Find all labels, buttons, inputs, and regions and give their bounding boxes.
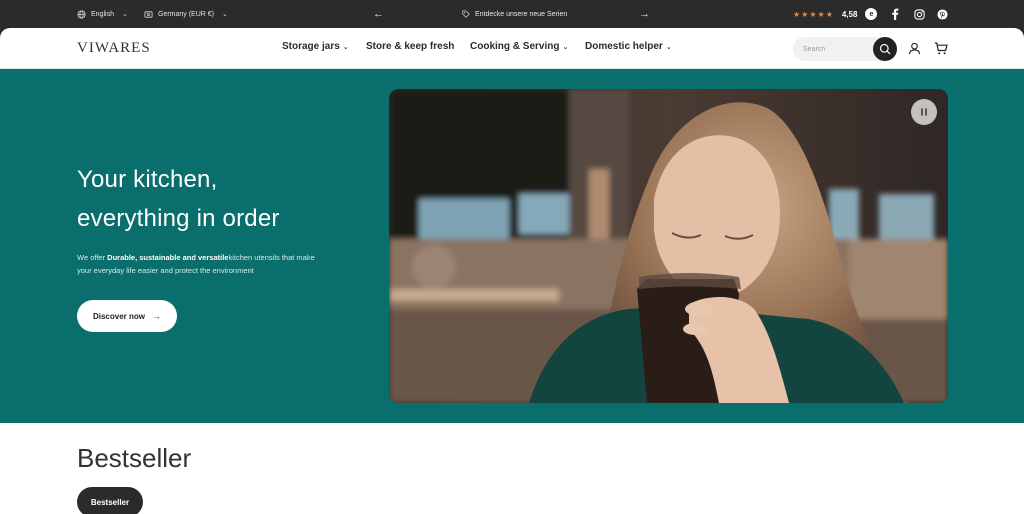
nav-item-cooking-serving[interactable]: Cooking & Serving ⌄ [470, 41, 568, 52]
chevron-down-icon: ⌄ [665, 43, 672, 51]
hero-text-bold: Durable, sustainable and versatile [107, 253, 229, 262]
language-label: English [91, 10, 114, 18]
arrow-left-icon: ← [373, 8, 384, 20]
cart-icon [934, 41, 948, 54]
nav-label: Store & keep fresh [366, 41, 455, 52]
site-header: VIWARES Storage jars ⌄ Store & keep fres… [0, 28, 1024, 69]
pinterest-link[interactable] [935, 7, 949, 21]
section-title: Bestseller [77, 443, 192, 473]
search-button[interactable] [873, 37, 897, 61]
hero-text-prefix: We offer [77, 253, 108, 262]
promo-text: Entdecke unsere neue Serien [475, 10, 568, 18]
nav-item-store-keep-fresh[interactable]: Store & keep fresh [366, 41, 454, 52]
facebook-icon [892, 8, 899, 20]
promo-message[interactable]: Entdecke unsere neue Serien [462, 0, 567, 28]
rating-score: 4,58 [841, 9, 858, 19]
country-selector[interactable]: Germany (EUR €) ⌄ [144, 0, 228, 28]
pause-icon [921, 108, 927, 116]
nav-label: Storage jars [282, 41, 340, 52]
search-input[interactable] [803, 42, 869, 56]
hero-video-frame [389, 89, 948, 403]
tag-icon [462, 10, 470, 18]
country-label: Germany (EUR €) [158, 10, 215, 18]
trusted-shops-icon: e [865, 8, 878, 20]
nav-item-domestic-helper[interactable]: Domestic helper ⌄ [585, 41, 672, 52]
hero-video[interactable] [389, 89, 948, 403]
nav-label: Domestic helper [585, 41, 663, 52]
nav-label: Cooking & Serving [470, 41, 560, 52]
chevron-down-icon: ⌄ [222, 11, 228, 18]
hero-title: Your kitchen, everything in order [77, 160, 280, 238]
account-button[interactable] [907, 41, 921, 55]
promo-next-button[interactable]: → [639, 0, 650, 28]
facebook-link[interactable] [888, 7, 902, 21]
pinterest-icon [936, 8, 948, 20]
announcement-bar: English ⌄ Germany (EUR €) ⌄ ← Entdecke u… [0, 0, 1024, 28]
chevron-down-icon: ⌄ [342, 43, 349, 51]
logo[interactable]: VIWARES [77, 40, 151, 57]
hero-banner: Your kitchen, everything in order We off… [0, 69, 1024, 423]
discover-label: Discover now [92, 311, 145, 321]
user-icon [908, 42, 920, 54]
search-box [793, 37, 897, 61]
arrow-right-icon: → [153, 311, 161, 321]
bestseller-section: Bestseller Bestseller [0, 423, 1024, 514]
discover-now-button[interactable]: Discover now → [77, 300, 177, 332]
chevron-down-icon: ⌄ [562, 43, 569, 51]
chevron-down-icon: ⌄ [121, 11, 128, 18]
instagram-icon [913, 8, 925, 20]
hero-title-line-2: everything in order [77, 205, 280, 232]
rating-widget[interactable]: ★★★★★ 4,58 e [793, 0, 878, 28]
arrow-right-icon: → [639, 8, 650, 20]
pause-button[interactable] [911, 99, 937, 125]
globe-icon [77, 9, 86, 19]
hero-title-line-1: Your kitchen, [77, 166, 218, 193]
search-icon [879, 43, 891, 55]
nav-item-storage-jars[interactable]: Storage jars ⌄ [282, 41, 349, 52]
tab-bestseller[interactable]: Bestseller [77, 487, 143, 514]
cart-button[interactable] [934, 41, 948, 55]
hero-description: We offer Durable, sustainable and versat… [77, 251, 327, 277]
instagram-link[interactable] [912, 7, 926, 21]
promo-prev-button[interactable]: ← [373, 0, 384, 28]
rating-stars: ★★★★★ [793, 9, 834, 19]
currency-icon [144, 10, 153, 18]
language-selector[interactable]: English ⌄ [77, 0, 128, 28]
